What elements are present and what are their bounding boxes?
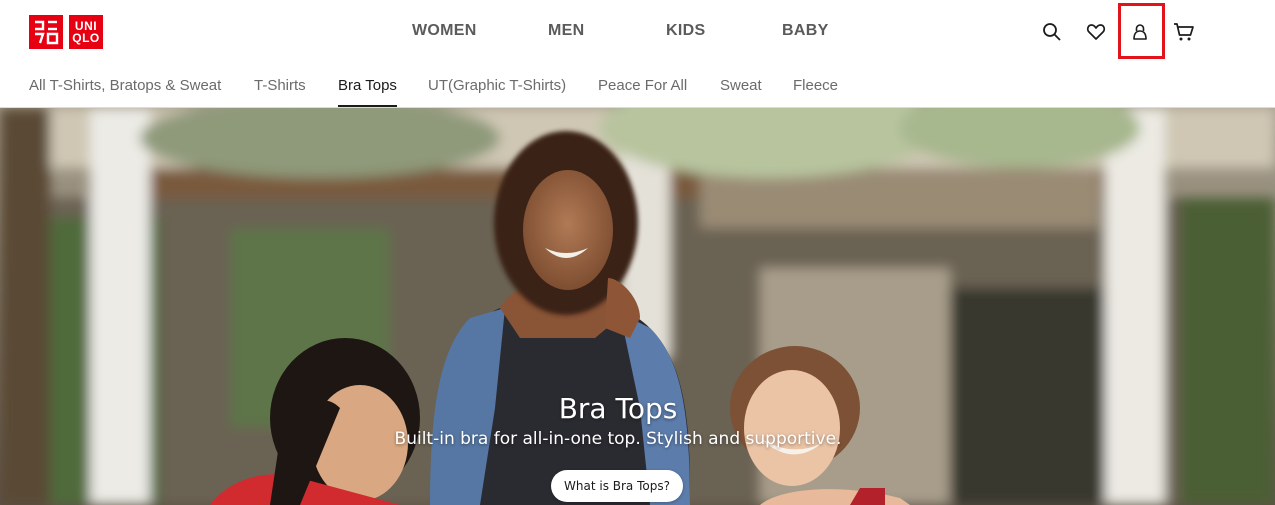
account-highlight-box bbox=[1118, 3, 1165, 59]
nav-item-baby[interactable]: BABY bbox=[782, 22, 829, 40]
sub-nav-bra-tops[interactable]: Bra Tops bbox=[338, 77, 397, 107]
sub-nav-fleece[interactable]: Fleece bbox=[793, 77, 838, 107]
nav-item-men[interactable]: MEN bbox=[548, 22, 584, 40]
search-icon[interactable] bbox=[1040, 20, 1064, 44]
hero-banner: Bra Tops Built-in bra for all-in-one top… bbox=[0, 108, 1275, 505]
site-header: UNI QLO WOMEN MEN KIDS BABY bbox=[0, 0, 1275, 64]
hero-subtitle: Built-in bra for all-in-one top. Stylish… bbox=[394, 429, 842, 449]
nav-item-women[interactable]: WOMEN bbox=[412, 22, 477, 40]
sub-nav-all-tshirts[interactable]: All T-Shirts, Bratops & Sweat bbox=[29, 77, 221, 107]
category-sub-nav: All T-Shirts, Bratops & Sweat T-Shirts B… bbox=[0, 64, 1275, 108]
sub-nav-tshirts[interactable]: T-Shirts bbox=[254, 77, 306, 107]
sub-nav-peace-for-all[interactable]: Peace For All bbox=[598, 77, 687, 107]
hero-title: Bra Tops bbox=[558, 392, 678, 425]
hero-text-block: Bra Tops Built-in bra for all-in-one top… bbox=[0, 391, 1236, 451]
cart-icon[interactable] bbox=[1172, 20, 1196, 44]
what-is-bra-tops-button[interactable]: What is Bra Tops? bbox=[551, 470, 683, 502]
heart-icon[interactable] bbox=[1084, 20, 1108, 44]
nav-item-kids[interactable]: KIDS bbox=[666, 22, 705, 40]
sub-nav-sweat[interactable]: Sweat bbox=[720, 77, 762, 107]
sub-nav-ut-graphic[interactable]: UT(Graphic T-Shirts) bbox=[428, 77, 566, 107]
